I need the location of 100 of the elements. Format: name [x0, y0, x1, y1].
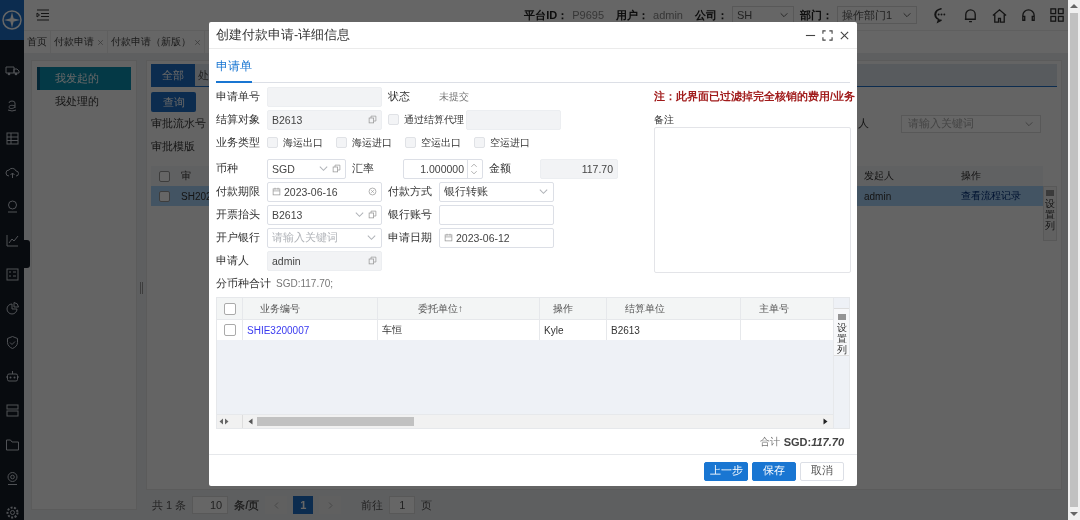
- field-label: 币种: [216, 161, 239, 176]
- shield-check-icon[interactable]: [4, 335, 20, 350]
- select-field[interactable]: B2613: [267, 204, 382, 225]
- select-field[interactable]: 请输入关键词: [267, 227, 382, 248]
- field-label: 银行账号: [387, 207, 433, 222]
- scrollbar[interactable]: [1068, 0, 1080, 520]
- date-field[interactable]: 2023-06-12: [439, 227, 554, 248]
- horizontal-scrollbar[interactable]: [217, 414, 833, 428]
- increment-icon[interactable]: [470, 161, 478, 169]
- pie-chart-icon[interactable]: [4, 301, 20, 316]
- page-button[interactable]: 1: [293, 496, 314, 514]
- menu-item[interactable]: 我处理的: [37, 90, 131, 113]
- table-cell: 车恒: [382, 323, 402, 337]
- query-button[interactable]: 查询: [151, 92, 196, 112]
- dialog-button[interactable]: 保存: [752, 461, 796, 481]
- page-tab[interactable]: 付款申请: [51, 31, 108, 53]
- home-icon[interactable]: [991, 6, 1008, 24]
- truck-icon[interactable]: [4, 63, 20, 78]
- close-icon[interactable]: [839, 29, 850, 41]
- field-label: 申请单号: [216, 89, 261, 104]
- table-cell: admin: [864, 190, 892, 202]
- checklist-icon[interactable]: [4, 267, 20, 282]
- chevron-down-icon: [354, 209, 365, 220]
- menu-item[interactable]: 我发起的: [37, 67, 131, 90]
- decrement-icon[interactable]: [470, 168, 478, 176]
- select-all-checkbox[interactable]: [158, 170, 170, 182]
- page-tab[interactable]: 付款申请（新版）: [108, 31, 205, 53]
- copy-icon[interactable]: [332, 164, 341, 173]
- page-tab[interactable]: 首页: [24, 31, 51, 53]
- chevron-down-icon: [318, 163, 329, 174]
- row-checkbox[interactable]: [223, 324, 236, 336]
- page-input[interactable]: 1: [389, 496, 416, 514]
- scrollbar-thumb[interactable]: [1070, 13, 1078, 507]
- apps-icon[interactable]: [1049, 6, 1066, 24]
- column-header: 审: [180, 169, 192, 183]
- page-size-unit: 条/页: [234, 497, 260, 513]
- page-size-select[interactable]: 10: [192, 496, 229, 514]
- scroll-left-icon: [248, 418, 253, 425]
- field-label: 业务类型: [216, 135, 261, 150]
- folder-icon[interactable]: [4, 437, 20, 452]
- number-field[interactable]: 1.000000: [403, 158, 483, 179]
- clear-icon[interactable]: [368, 187, 377, 196]
- select-field[interactable]: 银行转账: [439, 181, 554, 202]
- checkbox-label: 空运进口: [490, 135, 530, 150]
- checkbox[interactable]: [158, 190, 170, 202]
- field-label: 付款方式: [387, 184, 433, 199]
- checkbox-label: 海运出口: [283, 135, 323, 150]
- table-cell: B2613: [611, 324, 640, 336]
- total-label: 合计: [759, 434, 780, 449]
- scroll-right-icon: [823, 418, 828, 425]
- text-field: admin: [267, 250, 382, 271]
- checkbox-label: 通过结算代理: [404, 112, 464, 127]
- columns-icon: [837, 314, 846, 320]
- department-select[interactable]: 操作部门1: [837, 6, 917, 24]
- select-all-checkbox[interactable]: [223, 302, 236, 315]
- column-header: 操作: [540, 298, 607, 319]
- scrollbar-thumb[interactable]: [257, 417, 414, 426]
- remarks-textarea[interactable]: [654, 127, 851, 273]
- columns-icon: [1046, 190, 1054, 196]
- text-field: B2613: [267, 109, 382, 130]
- robot-icon[interactable]: [4, 369, 20, 384]
- settings-tab[interactable]: 设置列: [1043, 186, 1057, 241]
- form-tab[interactable]: 申请单: [216, 59, 252, 83]
- splitter-handle[interactable]: [140, 282, 143, 294]
- maximize-icon[interactable]: [822, 29, 833, 41]
- company-label: 公司：: [695, 7, 728, 23]
- headset-icon[interactable]: [1020, 6, 1037, 24]
- select-field[interactable]: SGD: [267, 158, 346, 179]
- filter-label: 人: [858, 116, 869, 131]
- card-stack-icon[interactable]: [4, 403, 20, 418]
- scroll-up-icon: [1070, 3, 1078, 9]
- calendar-icon: [444, 233, 453, 242]
- bell-icon[interactable]: [962, 6, 979, 24]
- collapse-tab[interactable]: [24, 240, 30, 268]
- link[interactable]: SHIE3200007: [247, 324, 310, 336]
- checkbox-label: 海运进口: [352, 135, 392, 150]
- dialog-button[interactable]: 取消: [800, 461, 844, 481]
- field-label: 汇率: [351, 161, 375, 176]
- settings-tab[interactable]: 设置列: [834, 308, 849, 356]
- chevron-down-icon: [366, 232, 377, 243]
- field-label: 开户银行: [216, 230, 261, 245]
- copy-icon[interactable]: [368, 210, 377, 219]
- webcam-icon[interactable]: [4, 471, 20, 486]
- dialog-title: 创建付款申请-详细信息: [216, 26, 351, 44]
- chevron-down-icon: [902, 10, 912, 20]
- line-chart-icon[interactable]: [4, 233, 20, 248]
- menu-icon[interactable]: [36, 9, 50, 21]
- filter-tab[interactable]: 全部: [151, 64, 195, 86]
- platform-label: 平台ID：: [524, 7, 569, 23]
- date-field[interactable]: 2023-06-16: [267, 181, 382, 202]
- cloud-upload-icon[interactable]: [4, 165, 20, 180]
- text-field[interactable]: [439, 204, 554, 225]
- table-cell: Kyle: [544, 324, 564, 336]
- field-label: 分币种合计: [216, 276, 272, 291]
- department-label: 部门：: [800, 7, 833, 23]
- settings-icon[interactable]: [4, 505, 20, 520]
- grid-icon[interactable]: [4, 131, 20, 146]
- column-header: 发起人: [863, 169, 895, 183]
- field-label: 开票抬头: [216, 207, 261, 222]
- dialog-button[interactable]: 上一步: [704, 461, 748, 481]
